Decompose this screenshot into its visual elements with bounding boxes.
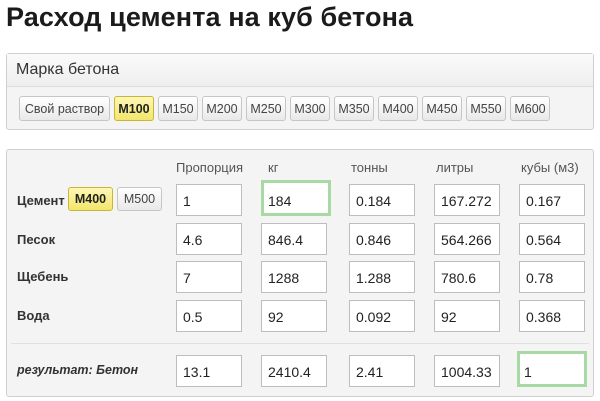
sand-liters-field[interactable]: 564.266	[434, 223, 500, 255]
grade-option-custom[interactable]: Свой раствор	[19, 96, 110, 121]
row-label-result: результат: Бетон	[17, 363, 139, 377]
cement-grade-m400[interactable]: M400	[68, 187, 113, 211]
page-title: Расход цемента на куб бетона	[6, 2, 414, 32]
grade-option-m300[interactable]: M300	[290, 96, 330, 121]
grade-option-m100[interactable]: M100	[114, 96, 154, 121]
crushed-stone-kg-field[interactable]: 1288	[261, 261, 327, 293]
crushed-stone-cubic-meters-field[interactable]: 0.78	[519, 261, 585, 293]
result-tons-field[interactable]: 2.41	[349, 355, 415, 387]
sand-proportion-field[interactable]: 4.6	[176, 223, 242, 255]
row-label-water: Вода	[17, 308, 50, 323]
column-header-cubic-meters: кубы (м3)	[521, 160, 579, 175]
sand-tons-field[interactable]: 0.846	[349, 223, 415, 255]
grade-option-m400[interactable]: M400	[378, 96, 418, 121]
concrete-grade-options: Свой раствор M100 M150 M200 M250 M300 M3…	[19, 96, 550, 121]
water-tons-field[interactable]: 0.092	[349, 300, 415, 332]
row-label-cement: Цемент	[17, 193, 65, 208]
result-divider	[11, 343, 589, 344]
grade-option-m600[interactable]: M600	[510, 96, 550, 121]
crushed-stone-tons-field[interactable]: 1.288	[349, 261, 415, 293]
cement-cubic-meters-field[interactable]: 0.167	[519, 184, 585, 216]
concrete-grade-heading: Марка бетона	[7, 54, 593, 87]
calculation-panel: Пропорция кг тонны литры кубы (м3) Цемен…	[6, 149, 594, 397]
column-header-proportion: Пропорция	[176, 160, 244, 175]
row-label-crushed-stone: Щебень	[17, 269, 69, 284]
grade-option-m250[interactable]: M250	[246, 96, 286, 121]
cement-tons-field[interactable]: 0.184	[349, 184, 415, 216]
water-liters-field[interactable]: 92	[434, 300, 500, 332]
water-cubic-meters-field[interactable]: 0.368	[519, 300, 585, 332]
crushed-stone-proportion-field[interactable]: 7	[176, 261, 242, 293]
water-kg-field[interactable]: 92	[261, 300, 327, 332]
grade-option-m450[interactable]: M450	[422, 96, 462, 121]
sand-cubic-meters-field[interactable]: 0.564	[519, 223, 585, 255]
result-cubic-meters-field[interactable]: 1	[517, 351, 587, 387]
result-liters-field[interactable]: 1004.33	[434, 355, 500, 387]
cement-kg-field[interactable]: 184	[261, 180, 331, 216]
cement-liters-field[interactable]: 167.272	[434, 184, 500, 216]
column-header-tons: тонны	[351, 160, 388, 175]
sand-kg-field[interactable]: 846.4	[261, 223, 327, 255]
crushed-stone-liters-field[interactable]: 780.6	[434, 261, 500, 293]
column-header-kg: кг	[268, 160, 279, 175]
column-header-liters: литры	[436, 160, 474, 175]
grade-option-m550[interactable]: M550	[466, 96, 506, 121]
result-kg-field[interactable]: 2410.4	[261, 355, 327, 387]
cement-proportion-field[interactable]: 1	[176, 184, 242, 216]
row-label-sand: Песок	[17, 232, 56, 247]
cement-grade-m500[interactable]: M500	[117, 187, 162, 211]
grade-option-m200[interactable]: M200	[202, 96, 242, 121]
grade-option-m350[interactable]: M350	[334, 96, 374, 121]
concrete-grade-panel: Марка бетона Свой раствор M100 M150 M200…	[6, 53, 594, 130]
water-proportion-field[interactable]: 0.5	[176, 300, 242, 332]
grade-option-m150[interactable]: M150	[158, 96, 198, 121]
result-proportion-field[interactable]: 13.1	[176, 355, 242, 387]
